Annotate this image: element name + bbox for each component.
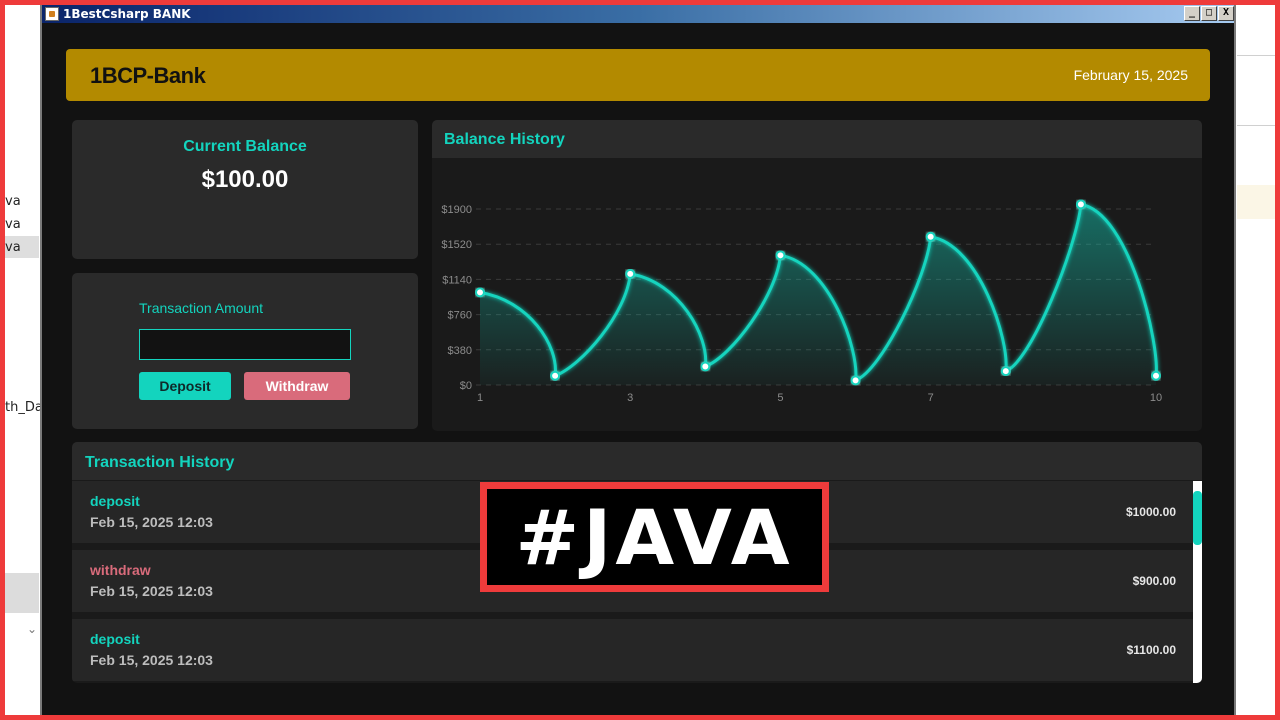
data-point [475, 287, 485, 298]
ide-divider [1237, 125, 1275, 126]
data-point [1151, 370, 1161, 381]
data-point [850, 375, 861, 386]
data-point [775, 250, 786, 261]
y-tick-label: $760 [448, 310, 472, 322]
java-overlay-badge: #JAVA [480, 482, 829, 592]
transaction-form: Transaction Amount Deposit Withdraw [72, 273, 418, 429]
transaction-amount: $1100.00 [1126, 643, 1176, 657]
balance-history-title: Balance History [444, 131, 565, 148]
balance-card: Current Balance $100.00 [72, 120, 418, 259]
data-point [925, 231, 936, 242]
transaction-amount-input[interactable] [139, 329, 351, 360]
minimize-button[interactable]: _ [1184, 6, 1200, 21]
current-balance-amount: $100.00 [201, 166, 289, 193]
transaction-date: Feb 15, 2025 12:03 [90, 514, 213, 530]
header-date: February 15, 2025 [1073, 67, 1188, 83]
transaction-date: Feb 15, 2025 12:03 [90, 652, 213, 668]
background-ide-right-panel [1235, 5, 1275, 715]
ide-text-fragment: va [5, 240, 21, 255]
x-tick-label: 1 [477, 392, 483, 404]
transaction-amount: $1000.00 [1125, 505, 1176, 519]
deposit-button[interactable]: Deposit [139, 372, 231, 400]
ide-panel-band [5, 573, 39, 613]
transaction-row[interactable]: deposit Feb 15, 2025 12:03 $1100.00 [72, 619, 1194, 681]
data-point [1075, 199, 1086, 210]
ide-text-fragment: va [5, 217, 21, 232]
current-balance-label: Current Balance [183, 138, 307, 155]
ide-text-fragment: th_Da [5, 400, 43, 415]
transaction-date: Feb 15, 2025 12:03 [90, 583, 213, 599]
app-content: 1BCP-Bank February 15, 2025 Current Bala… [42, 23, 1234, 715]
withdraw-button[interactable]: Withdraw [244, 372, 350, 400]
transaction-amount-label: Transaction Amount [139, 300, 263, 316]
app-window: 1BestCsharp BANK _ □ X 1BCP-Bank Februar… [40, 5, 1236, 715]
brand-title: 1BCP-Bank [90, 63, 206, 88]
balance-history-header: Balance History [432, 120, 1202, 158]
y-tick-label: $1140 [442, 274, 472, 286]
data-point [625, 268, 636, 279]
window-title: 1BestCsharp BANK [63, 7, 191, 21]
close-button[interactable]: X [1218, 6, 1234, 21]
transaction-history-header: Transaction History [72, 442, 1202, 480]
transaction-history-title: Transaction History [85, 454, 235, 471]
data-point [700, 361, 711, 372]
app-header: 1BCP-Bank February 15, 2025 [66, 49, 1210, 101]
transaction-type: deposit [90, 631, 140, 647]
x-tick-label: 10 [1150, 392, 1162, 404]
transaction-type: withdraw [90, 562, 151, 578]
x-tick-label: 3 [627, 392, 633, 404]
x-tick-label: 5 [777, 392, 783, 404]
ide-highlight-line [1237, 185, 1275, 219]
y-tick-label: $380 [448, 345, 472, 357]
ide-text-fragment: va [5, 194, 21, 209]
y-tick-label: $0 [460, 380, 472, 392]
java-app-icon [45, 7, 59, 21]
balance-history-card: Balance History $0 $380 $760 $1140 $1520 $190… [432, 120, 1202, 431]
scrollbar-thumb[interactable] [1193, 491, 1202, 545]
maximize-button[interactable]: □ [1201, 6, 1217, 21]
data-point [550, 370, 561, 381]
chevron-down-icon[interactable]: ⌄ [27, 622, 37, 636]
transaction-amount: $900.00 [1132, 574, 1176, 588]
y-tick-label: $1520 [441, 239, 472, 251]
transaction-type: deposit [90, 493, 140, 509]
x-tick-label: 7 [928, 392, 934, 404]
balance-history-chart: $0 $380 $760 $1140 $1520 $1900 1 3 5 7 10 [441, 199, 1162, 404]
background-ide-left-panel: va va va th_Da ⌄ [5, 5, 43, 715]
ide-divider [1237, 55, 1275, 56]
data-point [1000, 366, 1011, 377]
window-controls: _ □ X [1184, 6, 1234, 21]
y-tick-label: $1900 [441, 204, 472, 216]
window-titlebar[interactable]: 1BestCsharp BANK _ □ X [42, 5, 1234, 23]
transaction-scrollbar[interactable] [1193, 481, 1202, 683]
java-overlay-text: #JAVA [515, 492, 794, 582]
